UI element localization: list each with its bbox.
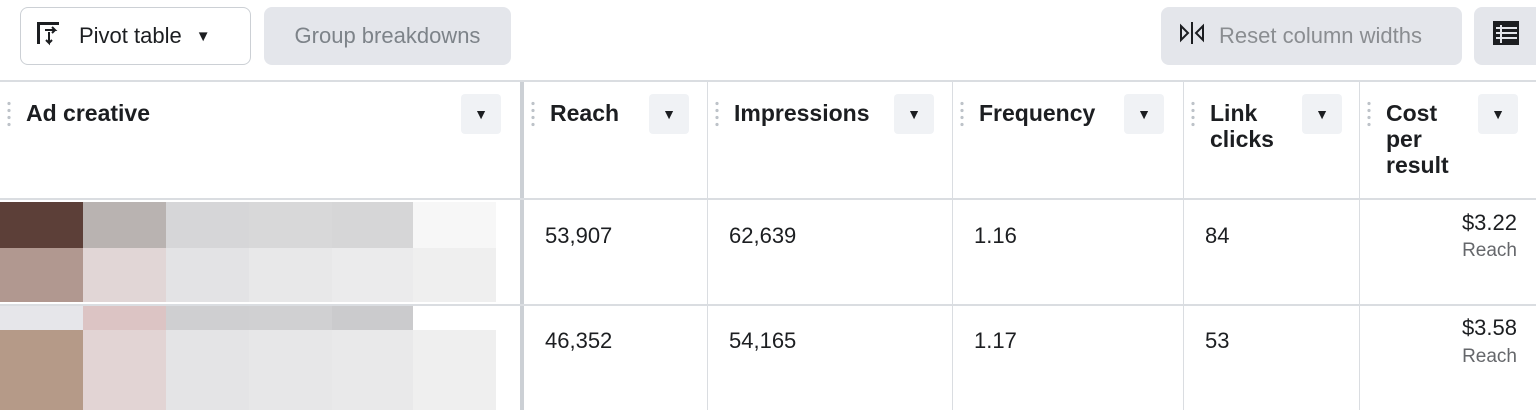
column-header-ad-creative[interactable]: Ad creative ▼	[0, 82, 520, 198]
result-type-label: Reach	[1462, 240, 1517, 261]
drag-handle-icon[interactable]	[531, 100, 535, 130]
column-header-frequency[interactable]: Frequency ▼	[953, 82, 1183, 198]
report-table: Ad creative ▼ Reach ▼ Impressions ▼ Freq…	[0, 82, 1536, 410]
column-menu-button[interactable]: ▼	[1302, 94, 1342, 134]
drag-handle-icon[interactable]	[1191, 100, 1195, 130]
column-menu-button[interactable]: ▼	[1124, 94, 1164, 134]
pivot-table-icon	[35, 19, 63, 53]
chevron-down-icon: ▼	[474, 106, 488, 122]
chevron-down-icon: ▼	[907, 106, 921, 122]
group-breakdowns-label: Group breakdowns	[294, 23, 481, 48]
column-menu-button[interactable]: ▼	[649, 94, 689, 134]
column-title: Ad creative	[26, 100, 151, 126]
reach-cell: 53,907	[545, 223, 613, 248]
column-title: Impressions	[734, 100, 870, 126]
impressions-cell: 62,639	[729, 223, 797, 248]
column-header-reach[interactable]: Reach ▼	[524, 82, 707, 198]
reach-cell: 46,352	[545, 328, 613, 353]
chevron-down-icon: ▼	[662, 106, 676, 122]
column-header-cost-per-result[interactable]: Cost per result ▼	[1360, 82, 1536, 198]
resize-columns-icon	[1179, 21, 1205, 51]
column-title: Frequency	[979, 100, 1096, 126]
column-title: Reach	[550, 100, 620, 126]
column-menu-button[interactable]: ▼	[461, 94, 501, 134]
pivot-table-button[interactable]: Pivot table ▼	[20, 7, 251, 65]
pivot-table-label: Pivot table	[79, 23, 182, 48]
reset-column-widths-button[interactable]: Reset column widths	[1161, 7, 1462, 65]
report-toolbar: Pivot table ▼ Group breakdowns Reset col…	[0, 0, 1536, 80]
cost-per-result-cell: $3.58	[1461, 315, 1517, 340]
column-menu-button[interactable]: ▼	[894, 94, 934, 134]
group-breakdowns-button[interactable]: Group breakdowns	[264, 7, 511, 65]
column-header-link-clicks[interactable]: Link clicks ▼	[1184, 82, 1359, 198]
ad-creative-thumbnail[interactable]	[0, 306, 496, 410]
columns-grid-icon	[1492, 20, 1520, 52]
column-title: Cost per result	[1386, 100, 1449, 178]
header-divider	[0, 198, 1536, 200]
impressions-cell: 54,165	[729, 328, 797, 353]
columns-button[interactable]	[1474, 7, 1536, 65]
frequency-cell: 1.16	[974, 223, 1017, 248]
column-header-impressions[interactable]: Impressions ▼	[708, 82, 952, 198]
drag-handle-icon[interactable]	[715, 100, 719, 130]
column-title: Link clicks	[1210, 100, 1274, 152]
chevron-down-icon: ▼	[1137, 106, 1151, 122]
result-type-label: Reach	[1462, 346, 1517, 367]
chevron-down-icon: ▼	[1315, 106, 1329, 122]
drag-handle-icon[interactable]	[7, 100, 11, 130]
reset-column-widths-label: Reset column widths	[1219, 23, 1422, 48]
cost-per-result-cell: $3.22	[1461, 210, 1517, 235]
column-menu-button[interactable]: ▼	[1478, 94, 1518, 134]
ad-creative-thumbnail[interactable]	[0, 202, 496, 302]
link-clicks-cell: 53	[1205, 328, 1230, 353]
chevron-down-icon: ▼	[1491, 106, 1505, 122]
drag-handle-icon[interactable]	[1367, 100, 1371, 130]
drag-handle-icon[interactable]	[960, 100, 964, 130]
chevron-down-icon: ▼	[195, 27, 211, 45]
link-clicks-cell: 84	[1205, 223, 1230, 248]
frequency-cell: 1.17	[974, 328, 1017, 353]
